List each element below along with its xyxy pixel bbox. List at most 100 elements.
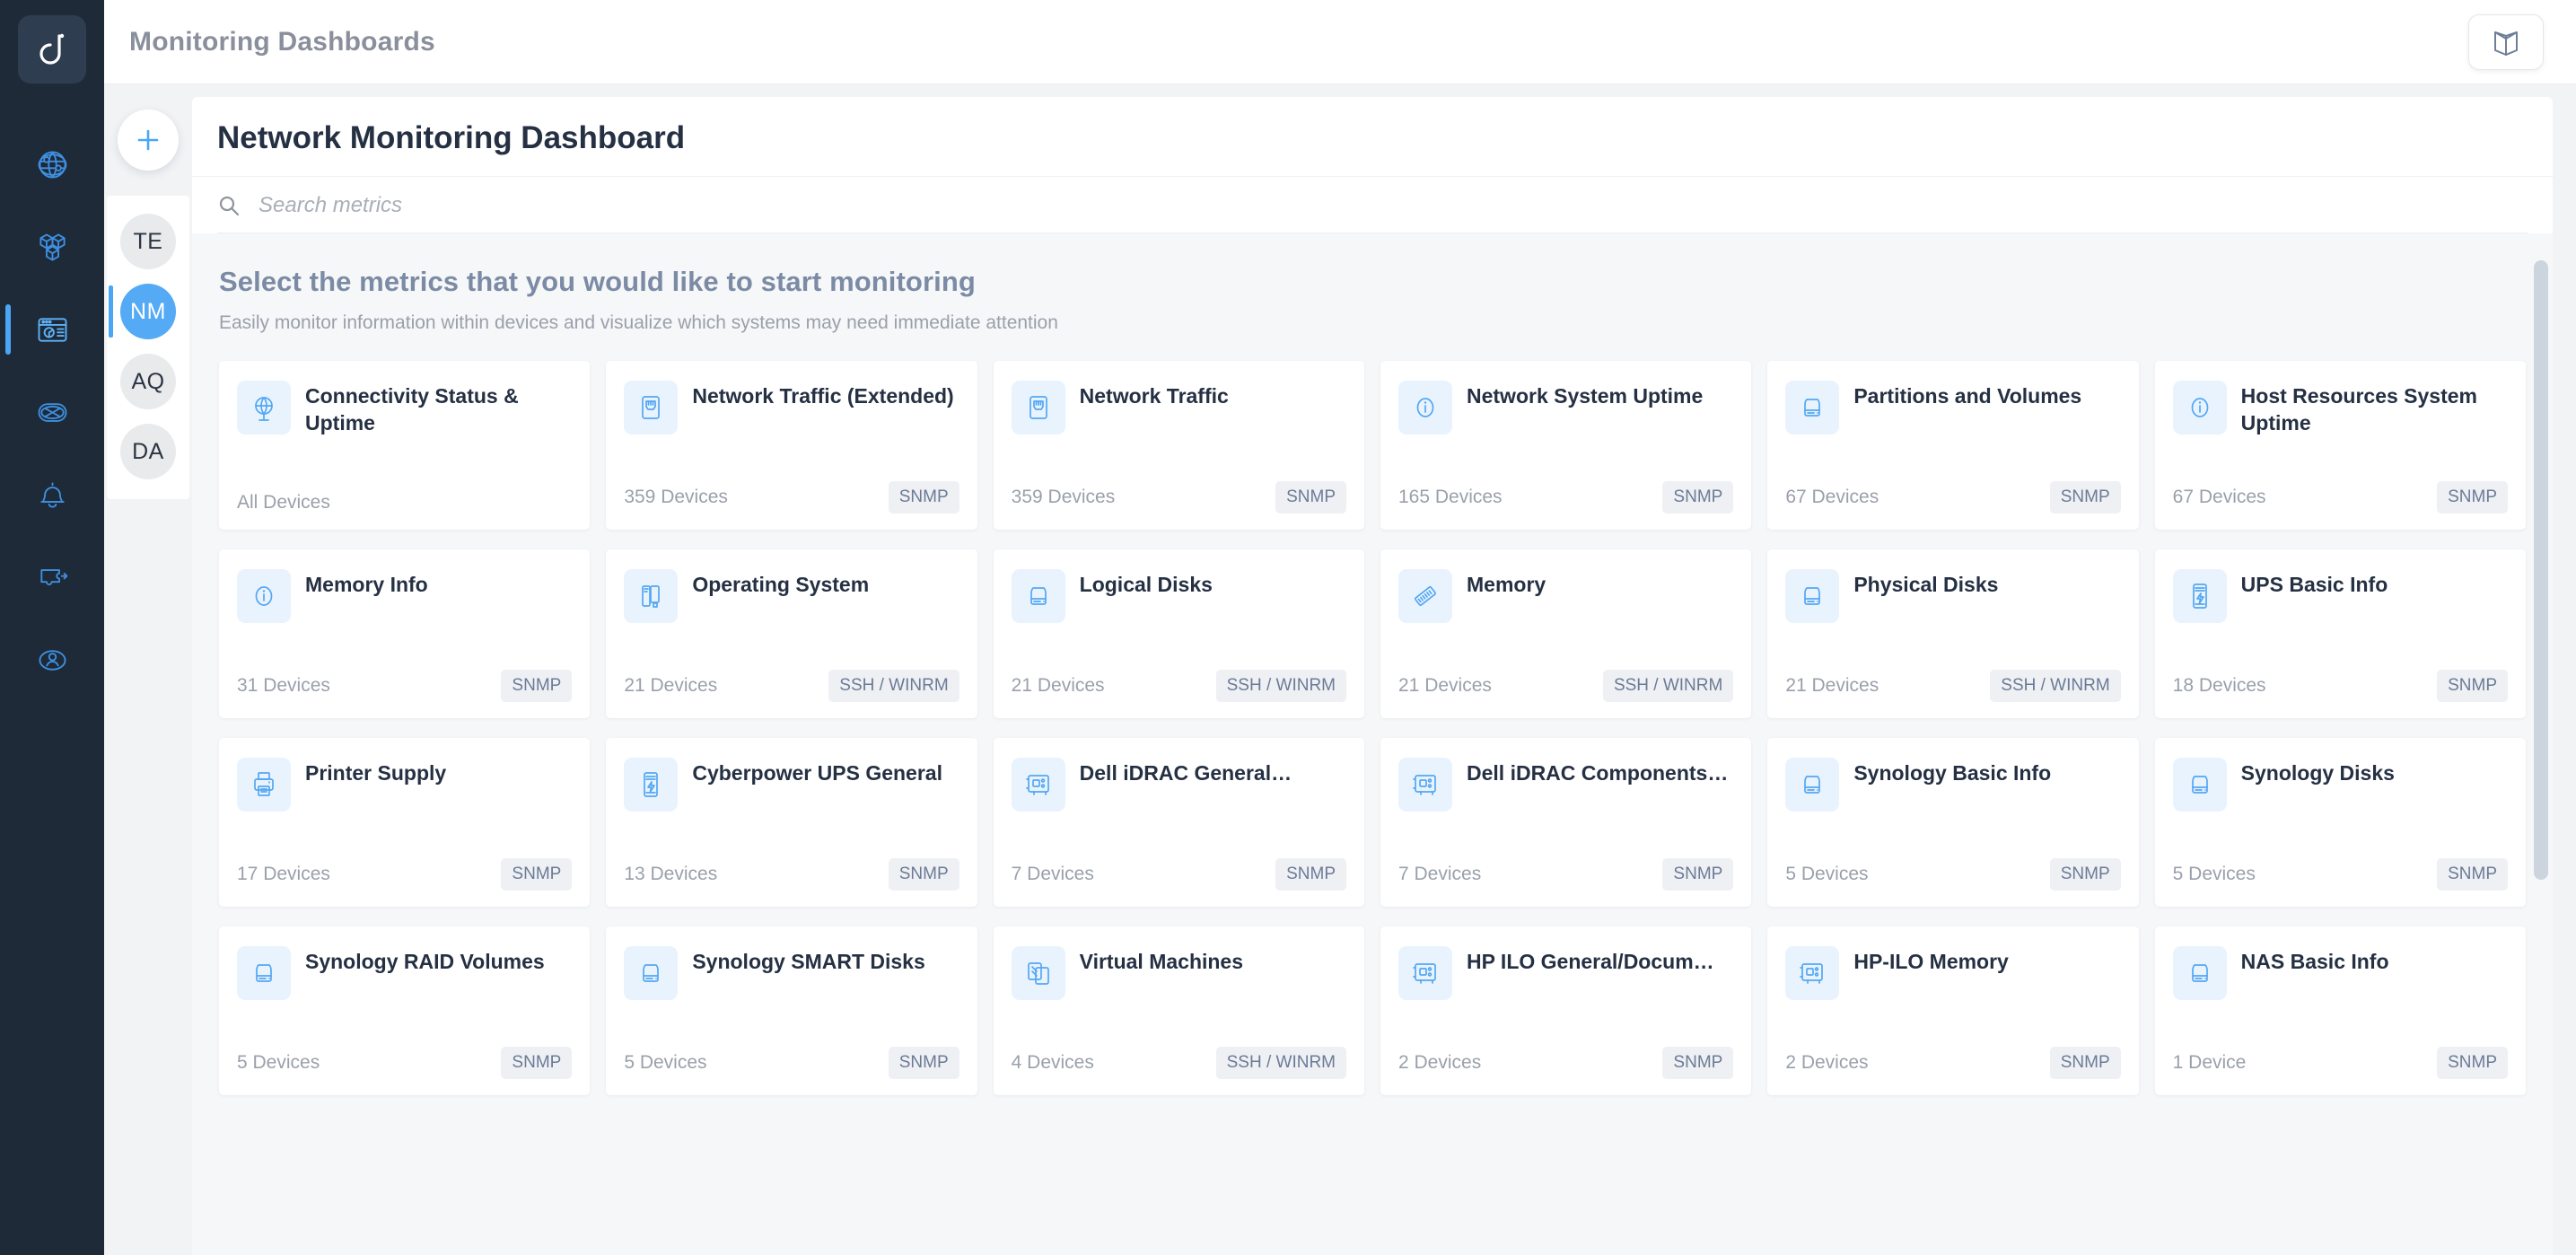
metric-card[interactable]: HP ILO General/Docum… 2 Devices SNMP bbox=[1380, 926, 1752, 1095]
metric-card[interactable]: Dell iDRAC General… 7 Devices SNMP bbox=[993, 738, 1364, 907]
disk-icon bbox=[1785, 381, 1840, 434]
metric-device-count: 18 Devices bbox=[2172, 675, 2266, 696]
disk-icon bbox=[624, 946, 679, 1000]
sidebar-item-discovery[interactable] bbox=[0, 371, 104, 453]
metric-card-top: NAS Basic Info bbox=[2172, 946, 2508, 1000]
metric-card[interactable]: Partitions and Volumes 67 Devices SNMP bbox=[1767, 361, 2139, 530]
metric-card[interactable]: Dell iDRAC Components… 7 Devices SNMP bbox=[1380, 738, 1752, 907]
dashboard-item-nm[interactable]: NM bbox=[107, 276, 189, 347]
metric-protocol-badge: SSH / WINRM bbox=[1602, 670, 1734, 702]
metric-card-top: Host Resources System Uptime bbox=[2172, 381, 2508, 437]
metric-card-footer: 5 Devices SNMP bbox=[2173, 858, 2508, 891]
search-input[interactable] bbox=[258, 193, 2528, 218]
metric-card[interactable]: Synology Basic Info 5 Devices SNMP bbox=[1767, 738, 2139, 907]
metric-card-top: Operating System bbox=[624, 569, 959, 623]
metric-card[interactable]: Printer Supply 17 Devices SNMP bbox=[219, 738, 591, 907]
sidebar-item-integrations[interactable] bbox=[0, 536, 104, 619]
metric-card-top: Dell iDRAC Components… bbox=[1398, 758, 1733, 812]
metric-card[interactable]: Network Traffic 359 Devices SNMP bbox=[993, 361, 1364, 530]
metric-device-count: 21 Devices bbox=[1011, 675, 1105, 696]
metric-card[interactable]: Network System Uptime 165 Devices SNMP bbox=[1380, 361, 1752, 530]
dashboard-item-te[interactable]: TE bbox=[107, 206, 189, 276]
metric-card[interactable]: Synology RAID Volumes 5 Devices SNMP bbox=[219, 926, 591, 1095]
board-chip-icon bbox=[1011, 758, 1065, 812]
metric-protocol-badge: SNMP bbox=[2049, 1047, 2121, 1079]
add-dashboard-button[interactable] bbox=[118, 110, 179, 171]
page-title: Monitoring Dashboards bbox=[129, 26, 435, 57]
metric-device-count: 7 Devices bbox=[1011, 864, 1094, 884]
app-logo[interactable] bbox=[18, 15, 86, 83]
metric-card-top: Network Traffic bbox=[1011, 381, 1346, 434]
metric-card-title: Dell iDRAC General… bbox=[1079, 761, 1292, 785]
metric-card[interactable]: Synology SMART Disks 5 Devices SNMP bbox=[606, 926, 977, 1095]
documentation-button[interactable] bbox=[2468, 13, 2544, 70]
search-field[interactable] bbox=[217, 193, 2528, 233]
metric-card-top: Memory bbox=[1398, 569, 1733, 623]
metric-card-top: Synology RAID Volumes bbox=[237, 946, 572, 1000]
section-subheading: Easily monitor information within device… bbox=[219, 312, 1058, 333]
metric-card-footer: 21 Devices SSH / WINRM bbox=[1785, 670, 2121, 702]
metric-card-footer: 5 Devices SNMP bbox=[237, 1047, 573, 1079]
sidebar-item-account[interactable] bbox=[0, 619, 104, 701]
metric-card-footer: 31 Devices SNMP bbox=[237, 670, 573, 702]
avatar: NM bbox=[120, 284, 176, 339]
metric-protocol-badge: SNMP bbox=[2437, 858, 2508, 891]
metric-card-title: Physical Disks bbox=[1853, 573, 1999, 596]
main-panel: Network Monitoring Dashboard Select the … bbox=[192, 97, 2553, 1255]
metric-card-title: Synology Disks bbox=[2240, 761, 2395, 785]
sidebar-item-inventory[interactable] bbox=[0, 206, 104, 288]
metric-device-count: 1 Device bbox=[2172, 1052, 2247, 1073]
metric-device-count: 13 Devices bbox=[624, 864, 718, 884]
metric-card-title: Operating System bbox=[692, 573, 870, 596]
metric-card[interactable]: Cyberpower UPS General 13 Devices SNMP bbox=[606, 738, 977, 907]
disk-icon bbox=[1011, 569, 1065, 623]
disk-icon bbox=[237, 946, 291, 1000]
metric-card[interactable]: Memory 21 Devices SSH / WINRM bbox=[1380, 549, 1752, 718]
metric-card-title: Memory Info bbox=[305, 573, 428, 596]
metric-card[interactable]: Network Traffic (Extended) 359 Devices SNM… bbox=[606, 361, 977, 530]
metric-card-footer: 67 Devices SNMP bbox=[2173, 481, 2508, 513]
metric-protocol-badge: SNMP bbox=[2437, 481, 2508, 513]
dashboard-item-aq[interactable]: AQ bbox=[107, 347, 189, 417]
disk-icon bbox=[1785, 758, 1840, 812]
metric-device-count: 5 Devices bbox=[237, 1052, 320, 1073]
metric-card-title: Virtual Machines bbox=[1079, 950, 1244, 973]
sidebar-item-dashboards[interactable] bbox=[0, 288, 104, 371]
metric-card[interactable]: Logical Disks 21 Devices SSH / WINRM bbox=[993, 549, 1364, 718]
board-chip-icon bbox=[1398, 946, 1452, 1000]
metric-card[interactable]: Operating System 21 Devices SSH / WINRM bbox=[606, 549, 977, 718]
metric-card-top: Printer Supply bbox=[237, 758, 572, 812]
metric-protocol-badge: SNMP bbox=[888, 858, 959, 891]
metric-card[interactable]: Host Resources System Uptime 67 Devices SN… bbox=[2154, 361, 2526, 530]
metric-card-top: HP ILO General/Docum… bbox=[1398, 946, 1733, 1000]
metric-device-count: 5 Devices bbox=[1785, 864, 1869, 884]
metric-protocol-badge: SNMP bbox=[501, 670, 573, 702]
app-root: Monitoring Dashboards TE NM AQ DA Networ… bbox=[0, 0, 2576, 1255]
sidebar-item-network[interactable] bbox=[0, 123, 104, 206]
search-icon bbox=[219, 196, 240, 216]
metric-card[interactable]: NAS Basic Info 1 Device SNMP bbox=[2154, 926, 2526, 1095]
metric-device-count: 2 Devices bbox=[1398, 1052, 1482, 1073]
dashboard-item-da[interactable]: DA bbox=[107, 417, 189, 487]
metric-card[interactable]: Physical Disks 21 Devices SSH / WINRM bbox=[1767, 549, 2139, 718]
metric-device-count: 4 Devices bbox=[1011, 1052, 1094, 1073]
metric-device-count: 67 Devices bbox=[2172, 487, 2266, 507]
metric-card[interactable]: Connectivity Status & Uptime All Devices bbox=[219, 361, 591, 530]
scrollbar-thumb[interactable] bbox=[2534, 260, 2548, 880]
metric-card[interactable]: UPS Basic Info 18 Devices SNMP bbox=[2154, 549, 2526, 718]
metric-card-footer: 5 Devices SNMP bbox=[624, 1047, 959, 1079]
printer-icon bbox=[237, 758, 291, 812]
metric-card-title: Synology RAID Volumes bbox=[305, 950, 545, 973]
metric-card[interactable]: Memory Info 31 Devices SNMP bbox=[219, 549, 591, 718]
metric-card-title: HP-ILO Memory bbox=[1853, 950, 2009, 973]
metric-card[interactable]: Synology Disks 5 Devices SNMP bbox=[2154, 738, 2526, 907]
metric-card[interactable]: HP-ILO Memory 2 Devices SNMP bbox=[1767, 926, 2139, 1095]
metric-protocol-badge: SSH / WINRM bbox=[1215, 1047, 1346, 1079]
metric-device-count: 67 Devices bbox=[1785, 487, 1879, 507]
metric-card-top: Physical Disks bbox=[1785, 569, 2120, 623]
metric-card[interactable]: Virtual Machines 4 Devices SSH / WINRM bbox=[993, 926, 1364, 1095]
sidebar-item-alerts[interactable] bbox=[0, 453, 104, 536]
book-icon bbox=[2494, 31, 2518, 56]
metric-card-title: Network Traffic bbox=[1079, 384, 1229, 408]
scrollbar-track[interactable] bbox=[2534, 260, 2548, 1228]
